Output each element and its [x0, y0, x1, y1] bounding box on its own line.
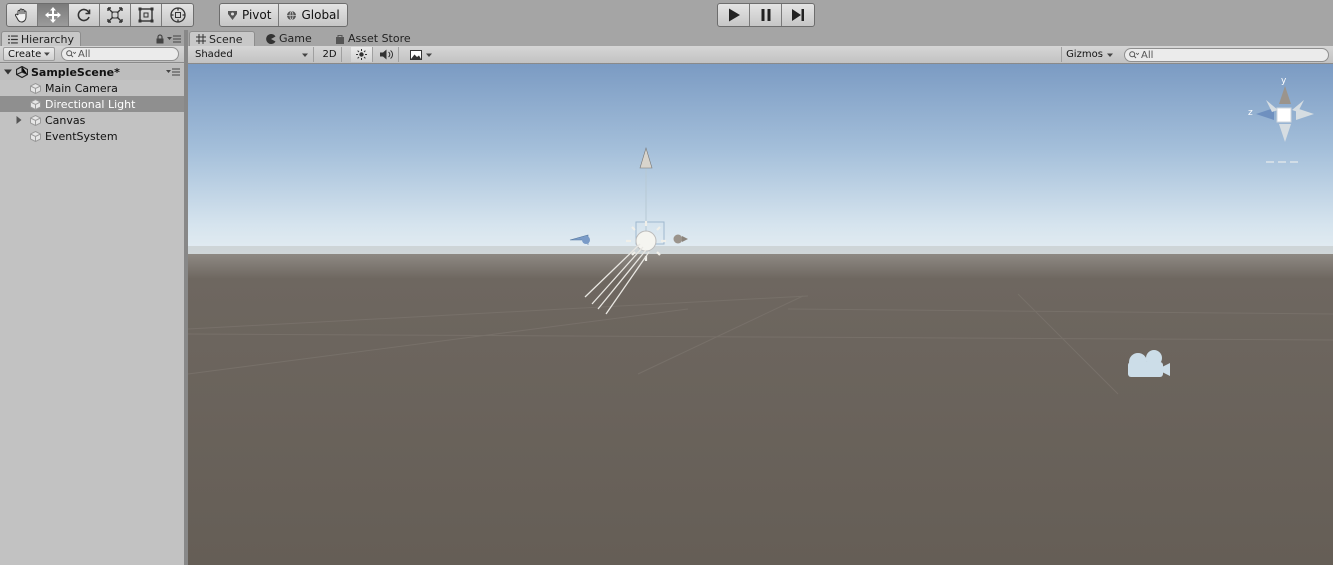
scale-tool-button[interactable]	[100, 4, 131, 26]
image-icon	[410, 49, 422, 60]
scene-search-placeholder: All	[1141, 49, 1154, 61]
scene-header-row[interactable]: SampleScene*	[0, 64, 184, 80]
hierarchy-item-label: Directional Light	[45, 97, 136, 111]
pivot-label: Pivot	[242, 8, 272, 22]
2d-toggle-button[interactable]: 2D	[318, 47, 342, 62]
step-icon	[792, 9, 804, 21]
global-label: Global	[301, 8, 340, 22]
hierarchy-search-input[interactable]: All	[61, 47, 179, 61]
search-icon	[66, 50, 76, 58]
scene-render[interactable]: y z	[188, 64, 1333, 565]
asset-store-tab-label: Asset Store	[348, 32, 411, 45]
hierarchy-item-directional-light[interactable]: Directional Light	[0, 96, 184, 112]
scene-tabbar: Scene Game Asset Store	[188, 30, 1333, 46]
main-toolbar: Pivot Global	[0, 0, 1333, 30]
effects-dropdown[interactable]	[403, 47, 439, 62]
search-icon	[1129, 51, 1139, 59]
rect-icon	[138, 7, 154, 23]
axis-y-label: y	[1281, 76, 1287, 86]
tab-game[interactable]: Game	[260, 31, 318, 46]
scale-icon	[107, 7, 123, 23]
hierarchy-item-label: Canvas	[45, 113, 86, 127]
scene-name: SampleScene*	[31, 65, 120, 79]
create-label: Create	[8, 48, 42, 60]
hierarchy-panel: Hierarchy Create All SampleScene* Main C…	[0, 30, 184, 565]
audio-toggle-button[interactable]	[375, 47, 399, 62]
bag-icon	[336, 34, 344, 44]
game-tab-label: Game	[279, 32, 312, 45]
hierarchy-item-main-camera[interactable]: Main Camera	[0, 80, 184, 96]
gameobject-cube-icon	[30, 130, 41, 142]
scene-search-input[interactable]: All	[1124, 48, 1329, 62]
pacman-icon	[266, 33, 276, 44]
transform-icon	[169, 7, 186, 23]
speaker-icon	[380, 49, 393, 60]
panel-menu-icon[interactable]	[167, 35, 181, 43]
axis-z-label: z	[1248, 108, 1253, 118]
pivot-global-group: Pivot Global	[219, 3, 348, 27]
gameobject-cube-icon	[30, 82, 41, 94]
pause-button[interactable]	[750, 4, 782, 26]
expand-caret-icon[interactable]	[4, 68, 12, 76]
hand-icon	[14, 8, 27, 23]
hierarchy-tab-label: Hierarchy	[20, 32, 74, 46]
hierarchy-item-label: Main Camera	[45, 81, 118, 95]
tab-asset-store[interactable]: Asset Store	[329, 31, 417, 46]
lock-icon[interactable]	[155, 34, 165, 44]
scene-menu-icon[interactable]	[166, 68, 180, 76]
gizmos-dropdown[interactable]: Gizmos	[1061, 47, 1117, 62]
gizmos-label: Gizmos	[1066, 49, 1103, 60]
tab-hierarchy[interactable]: Hierarchy	[1, 31, 81, 46]
hierarchy-toolbar: Create All	[0, 46, 184, 63]
draw-mode-label: Shaded	[195, 49, 233, 60]
2d-label: 2D	[322, 49, 337, 60]
move-tool-button[interactable]	[38, 4, 69, 26]
scene-viewport[interactable]: y z	[188, 64, 1333, 565]
grid-icon	[196, 34, 206, 44]
skybox	[188, 64, 1333, 254]
rotate-icon	[77, 8, 91, 22]
transform-tool-button[interactable]	[162, 4, 193, 26]
rect-tool-button[interactable]	[131, 4, 162, 26]
list-icon	[8, 34, 18, 44]
dropdown-arrow-icon	[44, 52, 50, 56]
step-button[interactable]	[782, 4, 814, 26]
hierarchy-item-eventsystem[interactable]: EventSystem	[0, 128, 184, 144]
move-icon	[45, 7, 61, 23]
pivot-toggle[interactable]: Pivot	[220, 4, 280, 26]
gameobject-cube-icon	[30, 114, 41, 126]
hierarchy-tabbar: Hierarchy	[0, 30, 184, 46]
ground-plane	[188, 254, 1333, 565]
collapsed-caret-icon[interactable]	[15, 116, 23, 124]
globe-icon	[287, 10, 297, 20]
scene-toolbar: Shaded 2D Gizmos All	[188, 46, 1333, 64]
rotate-tool-button[interactable]	[69, 4, 100, 26]
hand-tool-button[interactable]	[7, 4, 38, 26]
tab-scene[interactable]: Scene	[189, 31, 255, 46]
pivot-icon	[228, 10, 237, 20]
sun-icon	[635, 230, 657, 252]
play-button[interactable]	[718, 4, 750, 26]
draw-mode-dropdown[interactable]: Shaded	[190, 47, 314, 62]
dropdown-arrow-icon	[1106, 53, 1113, 57]
global-toggle[interactable]: Global	[279, 4, 346, 26]
hierarchy-item-canvas[interactable]: Canvas	[0, 112, 184, 128]
dropdown-arrow-icon	[426, 53, 432, 57]
dropdown-arrow-icon	[302, 53, 308, 57]
transform-tools	[6, 3, 194, 27]
hierarchy-item-label: EventSystem	[45, 129, 118, 143]
play-icon	[728, 8, 740, 22]
play-controls	[717, 3, 815, 27]
lighting-toggle-button[interactable]	[351, 47, 373, 62]
gameobject-cube-icon	[30, 98, 41, 110]
pause-icon	[761, 9, 770, 21]
scene-tab-label: Scene	[209, 32, 243, 46]
create-dropdown[interactable]: Create	[3, 47, 55, 61]
sun-icon	[356, 49, 367, 60]
unity-scene-icon	[16, 66, 28, 78]
hierarchy-search-placeholder: All	[78, 48, 91, 60]
